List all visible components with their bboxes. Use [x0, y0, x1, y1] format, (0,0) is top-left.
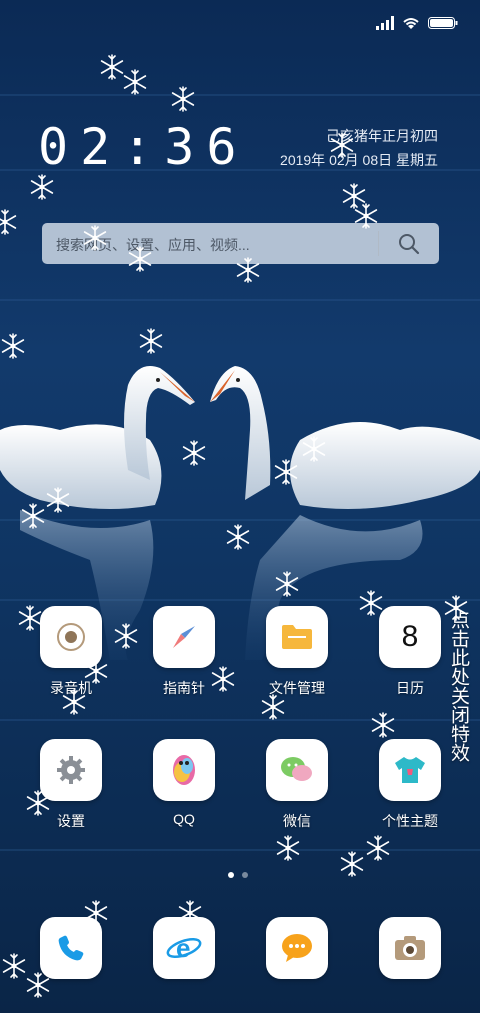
snowflake-effect	[0, 54, 468, 998]
